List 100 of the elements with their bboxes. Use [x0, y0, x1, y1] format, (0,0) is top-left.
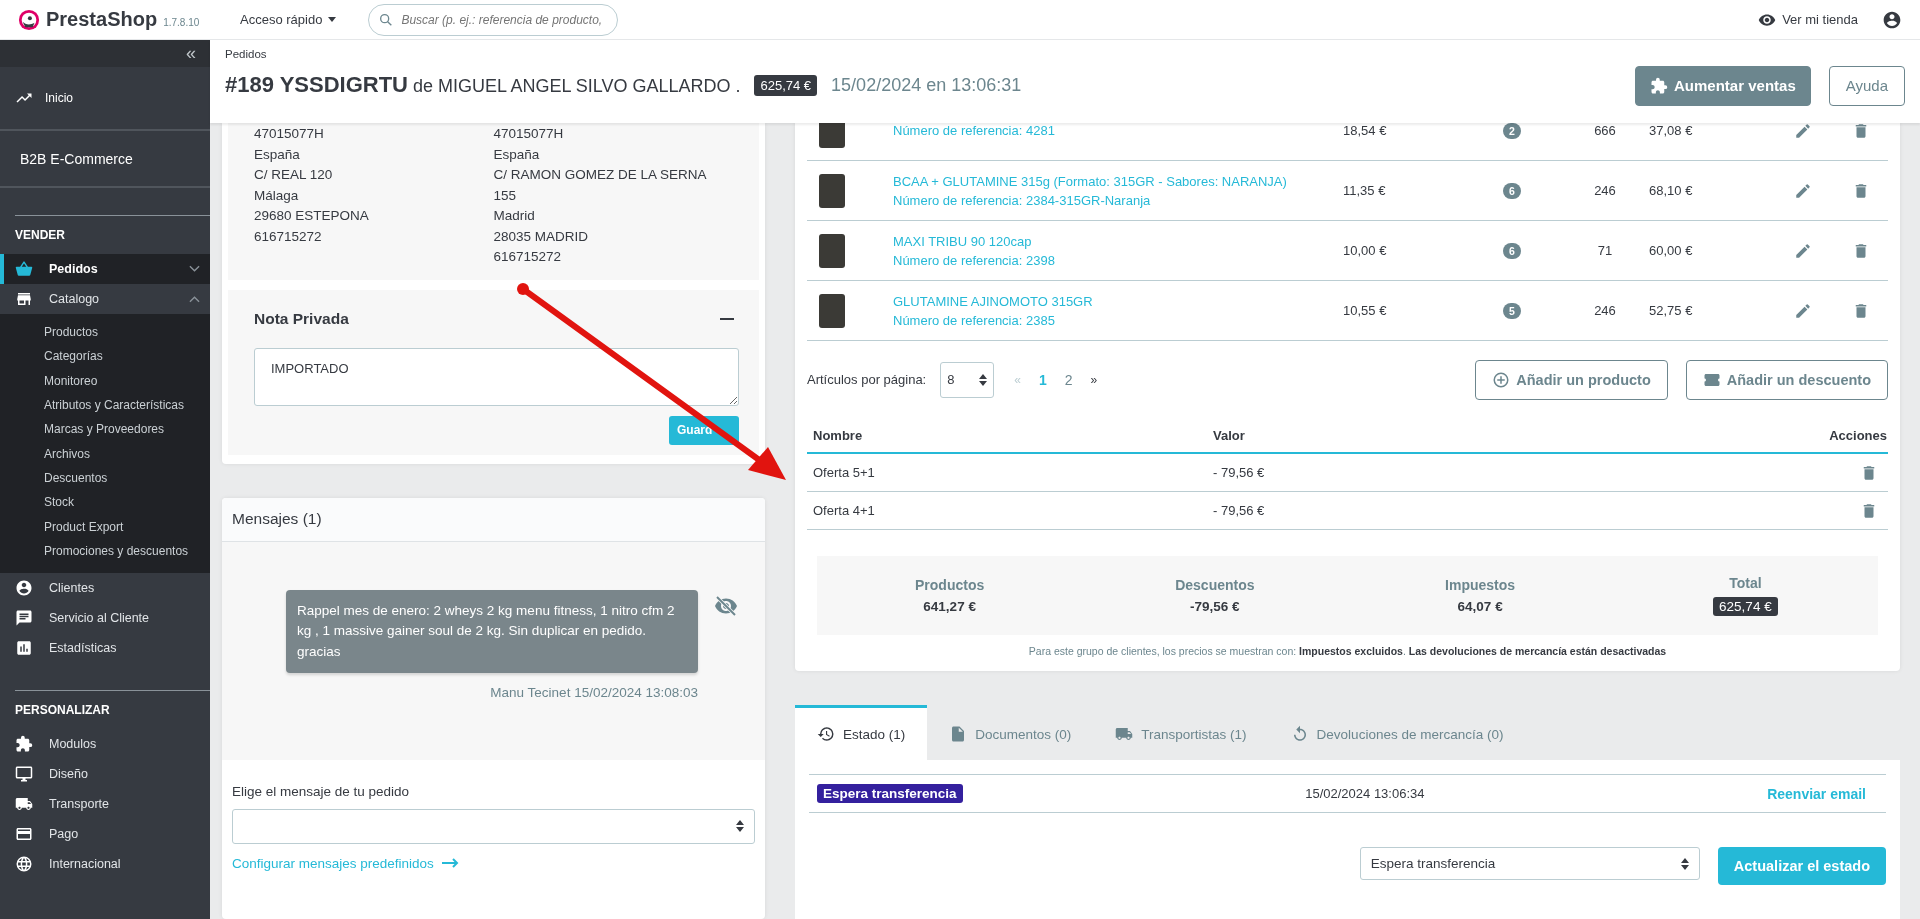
total-cell-text: 60,00 €: [1649, 243, 1694, 258]
brand-name[interactable]: PrestaShop: [46, 8, 158, 31]
help-button[interactable]: Ayuda: [1828, 65, 1905, 106]
page-button[interactable]: 2: [1060, 371, 1077, 388]
collapse-sidebar-button[interactable]: «: [186, 43, 196, 64]
puzzle-icon: [1650, 76, 1668, 95]
edit-icon[interactable]: [1794, 301, 1812, 320]
private-note-title: Nota Privada: [254, 309, 349, 328]
stock-cell-text: 246: [1593, 303, 1617, 318]
sidebar-subitem[interactable]: Productos: [0, 320, 210, 345]
messages-header: Mensajes (1): [222, 497, 765, 542]
private-note-textarea[interactable]: IMPORTADO: [254, 347, 739, 406]
per-page-label: Artículos por página:: [807, 372, 927, 387]
address-line: 47015077H: [493, 125, 565, 143]
discount-value-cell-text: - 79,56 €: [1213, 503, 1266, 518]
total-cell-text: 52,75 €: [1649, 303, 1694, 318]
puzzle-icon: [15, 734, 33, 753]
eye-slash-icon[interactable]: [714, 593, 738, 618]
truck-icon: [1115, 725, 1134, 743]
sidebar-subitem[interactable]: Descuentos: [0, 465, 210, 491]
sidebar-item[interactable]: Servicio al Cliente: [0, 602, 210, 633]
version-label: 1.7.8.10: [163, 17, 200, 28]
quantity-badge: 2: [1503, 123, 1521, 139]
sidebar-item[interactable]: Estadísticas: [0, 632, 210, 663]
order-total-badge: 625,74 €: [754, 74, 818, 96]
collapse-icon[interactable]: [720, 317, 734, 320]
puffin-logo-icon: [18, 8, 40, 31]
sidebar-item[interactable]: Transporte: [0, 788, 210, 819]
sidebar-subitem[interactable]: Marcas y Proveedores: [0, 417, 210, 442]
add-discount-button[interactable]: Añadir un descuento: [1685, 359, 1888, 400]
boost-sales-button[interactable]: Aumentar ventas: [1635, 65, 1811, 106]
view-store-link[interactable]: Ver mi tienda: [1758, 10, 1858, 29]
tab[interactable]: Estado (1): [795, 705, 928, 760]
sidebar-item[interactable]: Modulos: [0, 728, 210, 759]
order-title: #189 YSSDIGRTU de MIGUEL ANGEL SILVO GALLARDO .: [225, 72, 741, 98]
shopping-basket-icon: [15, 260, 33, 278]
summary-label: Descuentos: [1175, 577, 1255, 593]
address-line: España: [493, 145, 541, 164]
edit-icon[interactable]: [1794, 241, 1812, 260]
sidebar-item[interactable]: Pedidos: [0, 254, 210, 284]
address-line: 28035 MADRID: [493, 227, 590, 246]
sidebar-subitem[interactable]: Product Export: [0, 514, 210, 539]
per-page-select[interactable]: 8: [940, 361, 995, 398]
store-icon: [15, 290, 33, 308]
user-icon: [15, 578, 33, 597]
address-line: 47015077H: [254, 125, 325, 143]
select-arrows-icon: [1680, 857, 1689, 870]
breadcrumb[interactable]: Pedidos: [225, 48, 1635, 60]
address-line: España: [254, 145, 301, 164]
address-line: Madrid: [493, 207, 536, 225]
summary-value: -79,56 €: [1190, 599, 1240, 614]
stock-cell-text: 71: [1596, 243, 1614, 258]
bar-chart-icon: [15, 638, 33, 657]
sidebar-item[interactable]: Internacional: [0, 848, 210, 879]
stock-cell-text: 246: [1593, 183, 1617, 198]
sidebar-item[interactable]: Diseño: [0, 758, 210, 789]
message-bubble: Rappel mes de enero: 2 wheys 2 kg menu fitness, 1 nitro cfm 2 kg , 1 massive gainer soul de 2 kg. Sin duplicar en pedido. gracias: [286, 589, 698, 673]
sidebar-subitem[interactable]: Monitoreo: [0, 368, 210, 393]
user-avatar-icon[interactable]: [1882, 9, 1902, 30]
edit-icon[interactable]: [1794, 123, 1812, 140]
arrow-right-icon: [441, 858, 460, 868]
sidebar-item[interactable]: Pago: [0, 818, 210, 849]
discount-value-cell-text: - 79,56 €: [1213, 465, 1266, 480]
price-cell-text: 10,00 €: [1343, 243, 1388, 258]
discount-name-cell-text: Oferta 4+1: [813, 503, 876, 518]
address-line: C/ RAMON GOMEZ DE LA SERNA: [493, 166, 708, 184]
discount-name-cell-text: Oferta 5+1: [813, 465, 876, 480]
summary-value: 641,27 €: [923, 599, 976, 614]
total-cell-text: 68,10 €: [1649, 183, 1694, 198]
select-arrows-icon: [736, 820, 744, 832]
search-field[interactable]: Buscar (p. ej.: referencia de producto,: [368, 3, 619, 36]
price-note: Para este grupo de clientes, los precios se muestran con: Impuestos excluidos. Las devoluciones de mercancía están desactivadas: [1027, 645, 1668, 657]
caret-icon: [328, 17, 337, 22]
product-photo-placeholder: [819, 293, 845, 328]
product-photo-placeholder: [819, 173, 845, 208]
chevron-icon: [189, 295, 200, 303]
chat-icon: [15, 608, 33, 627]
sidebar-subitem[interactable]: Atributos y Características: [0, 392, 210, 418]
summary-label: Impuestos: [1445, 577, 1516, 593]
status-date: 15/02/2024 13:06:34: [1305, 786, 1425, 801]
sidebar-item[interactable]: Clientes: [0, 572, 210, 603]
sidebar-subitem[interactable]: Categorías: [0, 344, 210, 369]
edit-icon[interactable]: [1794, 181, 1812, 200]
price-cell-text: 18,54 €: [1343, 123, 1388, 138]
status-select[interactable]: Espera transferencia: [1359, 847, 1700, 880]
sidebar-subitem[interactable]: Stock: [0, 490, 210, 515]
order-date: 15/02/2024 en 13:06:31: [831, 74, 1022, 96]
sidebar-item[interactable]: Catalogo: [0, 284, 210, 314]
history-icon: [817, 725, 835, 743]
next-page-button[interactable]: »: [1086, 372, 1102, 387]
add-product-button[interactable]: Añadir un producto: [1475, 359, 1668, 400]
summary-label: Productos: [915, 577, 985, 593]
sidebar-subitem[interactable]: Archivos: [0, 441, 210, 466]
column-header: Nombre: [813, 427, 864, 443]
select-arrows-icon: [979, 373, 988, 386]
summary-value: 64,07 €: [1457, 599, 1503, 614]
sidebar-subitem[interactable]: Promociones y descuentos: [0, 538, 210, 563]
address-line: Málaga: [254, 186, 300, 205]
stock-cell-text: 666: [1593, 123, 1617, 138]
quick-access-dropdown[interactable]: Acceso rápido: [230, 12, 347, 27]
